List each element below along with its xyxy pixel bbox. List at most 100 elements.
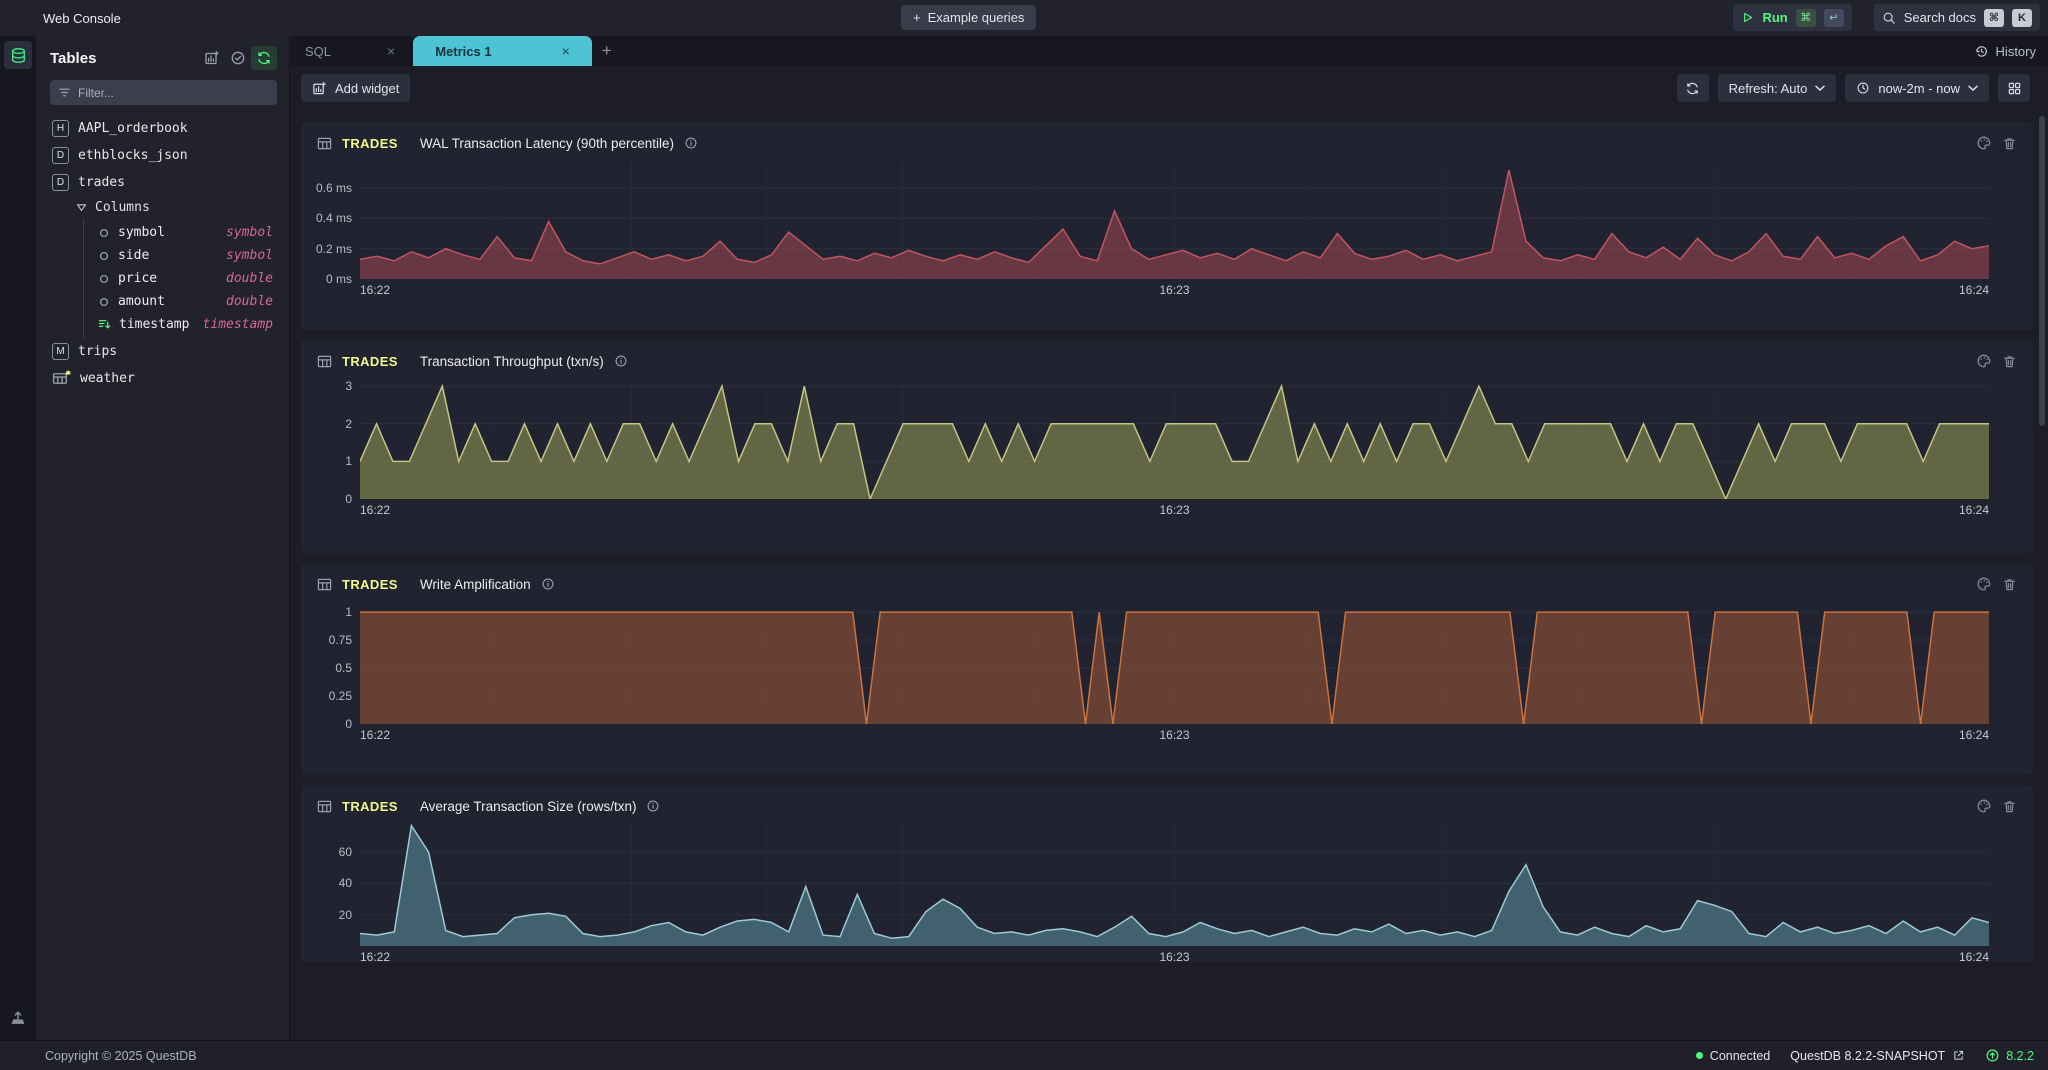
table-label: TRADES [342,577,398,592]
filter-icon [58,86,71,99]
palette-icon[interactable] [1976,353,1992,369]
filter-box [50,80,277,105]
y-axis: 10.750.50.250 [301,602,360,724]
palette-icon[interactable] [1976,798,1992,814]
table-item-trips[interactable]: M trips [36,338,289,365]
plus-icon: + [913,10,921,25]
widget-title: Transaction Throughput (txn/s) [420,354,604,369]
database-icon [10,47,27,64]
close-icon[interactable]: × [562,43,570,59]
enter-key-badge: ↵ [1824,9,1844,27]
cmd-key-badge: ⌘ [1984,9,2004,27]
avg-txn-size-chart[interactable] [360,824,1989,946]
import-button[interactable] [0,1008,36,1026]
widget-title: Average Transaction Size (rows/txn) [420,799,637,814]
refresh-tables-button[interactable] [251,46,277,70]
wal-latency-chart[interactable] [360,161,1989,279]
chevron-down-icon [1968,85,1978,92]
caret-down-icon [76,203,87,212]
check-circle-icon [230,50,246,66]
column-circle-icon [98,227,110,239]
update-available[interactable]: 8.2.2 [1985,1048,2034,1063]
history-icon [1974,44,1989,59]
column-row-price[interactable]: price double [84,267,289,290]
chevron-down-icon [1815,85,1825,92]
widget-wal-latency: TRADES WAL Transaction Latency (90th per… [301,122,2033,330]
table-type-badge: D [52,147,69,164]
copyright-text: Copyright © 2025 QuestDB [45,1049,197,1063]
version-link[interactable]: QuestDB 8.2.2-SNAPSHOT [1790,1049,1965,1063]
palette-icon[interactable] [1976,576,1992,592]
time-range-dropdown[interactable]: now-2m - now [1845,74,1989,102]
y-axis: 604020 [301,824,360,946]
column-circle-icon [98,250,110,262]
throughput-chart[interactable] [360,379,1989,499]
info-icon [646,799,660,813]
add-chart-icon [312,81,327,96]
trash-icon[interactable] [2002,136,2017,151]
x-axis: 16:2216:2316:24 [360,501,1989,519]
left-icon-rail [0,36,36,1040]
widget-title: WAL Transaction Latency (90th percentile… [420,136,674,151]
x-axis: 16:2216:2316:24 [360,281,1989,299]
play-icon [1741,11,1754,24]
refresh-icon [1685,81,1700,96]
refresh-dashboard-button[interactable] [1677,74,1709,102]
tables-panel-button[interactable] [4,41,32,69]
filter-input[interactable] [78,86,238,100]
table-label: TRADES [342,354,398,369]
table-icon [317,136,332,151]
scrollbar-thumb[interactable] [2039,116,2045,426]
tabs-bar: SQL × Metrics 1 × + History [291,36,2048,66]
column-row-symbol[interactable]: symbol symbol [84,221,289,244]
widget-write-amplification: TRADES Write Amplification 10.750.50.250… [301,563,2033,775]
table-item-ethblocks-json[interactable]: D ethblocks_json [36,142,289,169]
example-queries-button[interactable]: + Example queries [901,5,1036,30]
x-axis: 16:2216:2316:24 [360,948,1989,962]
metrics-toolbar: Add widget Refresh: Auto now-2m - now [291,66,2048,110]
top-bar: Web Console + Example queries Run ⌘ ↵ Se… [0,0,2048,36]
info-icon [614,354,628,368]
columns-toggle[interactable]: Columns [36,196,289,219]
add-widget-button[interactable]: Add widget [301,74,410,102]
new-tab-button[interactable]: + [592,36,622,66]
clock-icon [1856,81,1870,95]
column-row-side[interactable]: side symbol [84,244,289,267]
main-area: SQL × Metrics 1 × + History Add widget R… [291,36,2048,1040]
status-right: Connected QuestDB 8.2.2-SNAPSHOT 8.2.2 [1696,1048,2034,1063]
table-icon [317,354,332,369]
k-key-badge: K [2012,9,2032,27]
cmd-key-badge: ⌘ [1796,9,1816,27]
table-item-weather[interactable]: weather [36,365,289,392]
trash-icon[interactable] [2002,577,2017,592]
select-tables-button[interactable] [225,46,251,70]
history-button[interactable]: History [1974,36,2036,66]
layout-grid-button[interactable] [1998,74,2030,102]
column-circle-icon [98,296,110,308]
tab-metrics-1[interactable]: Metrics 1 × [413,36,592,66]
table-item-aapl-orderbook[interactable]: H AAPL_orderbook [36,115,289,142]
external-link-icon [1952,1049,1965,1062]
trash-icon[interactable] [2002,354,2017,369]
tables-sidebar: Tables H AAPL_orderbook D ethblocks_json… [36,36,290,1040]
write-amplification-chart[interactable] [360,602,1989,724]
add-metrics-button[interactable] [199,46,225,70]
refresh-mode-dropdown[interactable]: Refresh: Auto [1718,74,1837,102]
widget-throughput: TRADES Transaction Throughput (txn/s) 32… [301,340,2033,553]
sidebar-title: Tables [50,50,199,67]
table-label: TRADES [342,799,398,814]
run-button[interactable]: Run ⌘ ↵ [1733,4,1851,31]
table-item-trades[interactable]: D trades [36,169,289,196]
info-icon [541,577,555,591]
connected-dot [1696,1052,1703,1059]
close-icon[interactable]: × [387,43,395,59]
column-row-amount[interactable]: amount double [84,290,289,313]
table-grid-star-icon [52,370,71,387]
tab-sql[interactable]: SQL × [291,36,409,66]
column-row-timestamp[interactable]: timestamp timestamp [84,313,289,336]
palette-icon[interactable] [1976,135,1992,151]
columns-list: symbol symbol side symbol price double a… [83,219,289,338]
sidebar-header: Tables [36,36,289,76]
search-docs-button[interactable]: Search docs ⌘ K [1874,4,2040,31]
trash-icon[interactable] [2002,799,2017,814]
